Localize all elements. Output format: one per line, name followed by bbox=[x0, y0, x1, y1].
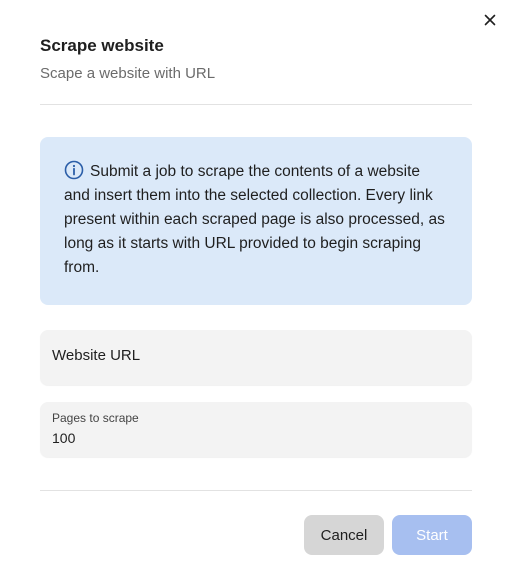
close-icon bbox=[484, 14, 496, 26]
cancel-button[interactable]: Cancel bbox=[304, 515, 384, 555]
divider bbox=[40, 104, 472, 105]
info-text: Submit a job to scrape the contents of a… bbox=[64, 163, 445, 276]
pages-to-scrape-label: Pages to scrape bbox=[52, 411, 139, 425]
info-box: Submit a job to scrape the contents of a… bbox=[40, 137, 472, 305]
website-url-input[interactable] bbox=[52, 347, 452, 364]
info-icon bbox=[64, 160, 84, 180]
close-button[interactable] bbox=[480, 10, 500, 30]
dialog-title: Scrape website bbox=[40, 36, 164, 55]
dialog-subtitle: Scape a website with URL bbox=[40, 65, 216, 82]
start-button[interactable]: Start bbox=[392, 515, 472, 555]
pages-to-scrape-field[interactable]: Pages to scrape bbox=[40, 402, 472, 457]
pages-to-scrape-input[interactable] bbox=[52, 430, 452, 446]
divider bbox=[40, 490, 472, 491]
website-url-field[interactable] bbox=[40, 330, 472, 385]
scrape-website-dialog: Scrape website Scape a website with URL … bbox=[0, 0, 512, 579]
